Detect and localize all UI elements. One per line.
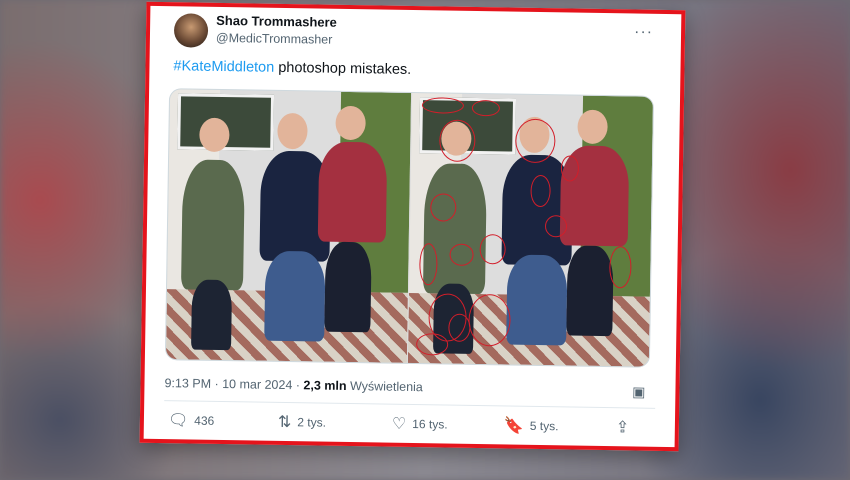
bookmark-button[interactable]: 🔖 5 tys. <box>504 415 559 436</box>
annotation-circle <box>471 99 500 117</box>
like-count: 16 tys. <box>412 417 448 432</box>
tweet-meta: 9:13 PM · 10 mar 2024 · 2,3 mln Wyświetl… <box>164 376 423 395</box>
annotation-circle <box>439 119 476 162</box>
action-bar: 🗨 436 ⇅ 2 tys. ♡ 16 tys. 🔖 5 tys. ⇪ <box>164 410 655 444</box>
views-count: 2,3 mln <box>303 378 347 393</box>
reply-icon: 🗨 <box>167 412 189 430</box>
media-image[interactable] <box>164 88 655 368</box>
reply-count: 436 <box>194 413 215 428</box>
retweet-count: 2 tys. <box>297 415 327 430</box>
bookmark-count: 5 tys. <box>529 418 559 434</box>
share-button[interactable]: ⇪ <box>616 417 630 437</box>
user-handle[interactable]: @MedicTrommasher <box>216 31 333 47</box>
original-photo <box>165 89 412 363</box>
annotated-photo <box>407 92 654 367</box>
tweet-text: #KateMiddleton photoshop mistakes. <box>173 58 411 78</box>
hashtag-link[interactable]: #KateMiddleton <box>173 58 274 76</box>
avatar[interactable] <box>173 13 209 48</box>
tweet-body-text: photoshop mistakes. <box>274 59 412 78</box>
like-button[interactable]: ♡ 16 tys. <box>392 414 448 435</box>
retweet-icon: ⇅ <box>277 413 292 432</box>
display-name[interactable]: Shao Trommashere <box>216 13 337 30</box>
more-dots-icon[interactable]: ··· <box>634 23 653 41</box>
tweet-time[interactable]: 9:13 PM <box>164 376 211 391</box>
share-icon: ⇪ <box>615 419 630 437</box>
divider <box>164 400 656 409</box>
annotation-circle <box>421 97 465 114</box>
reply-button[interactable]: 🗨 436 <box>168 410 215 431</box>
retweet-button[interactable]: ⇅ 2 tys. <box>278 412 326 433</box>
like-icon: ♡ <box>391 415 407 433</box>
analytics-icon[interactable]: ▣ <box>632 383 645 400</box>
views-label: Wyświetlenia <box>346 378 423 395</box>
bookmark-icon: 🔖 <box>503 417 524 435</box>
tweet-date[interactable]: 10 mar 2024 <box>222 377 292 392</box>
annotation-circle <box>415 333 449 356</box>
tweet-card: Shao Trommashere @MedicTrommasher ··· #K… <box>139 1 686 452</box>
